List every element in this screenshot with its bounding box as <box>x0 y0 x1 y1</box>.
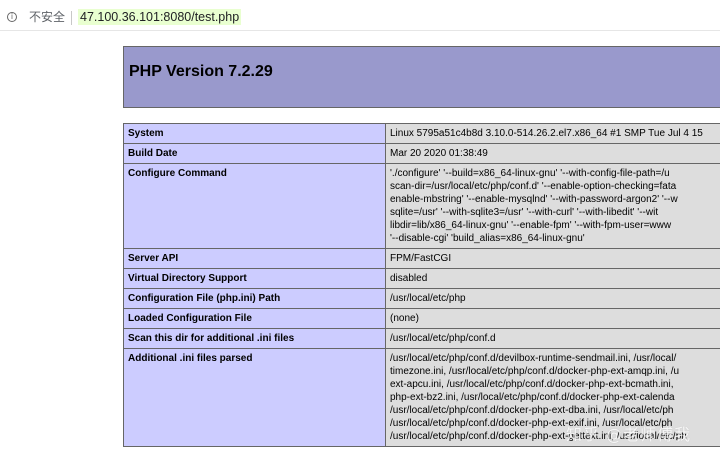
table-row: Server API FPM/FastCGI <box>123 248 720 269</box>
table-row: Virtual Directory Support disabled <box>123 268 720 289</box>
row-key: Configure Command <box>123 163 386 249</box>
table-row: System Linux 5795a51c4b8d 3.10.0-514.26.2… <box>123 123 720 144</box>
row-value: Mar 20 2020 01:38:49 <box>385 143 720 164</box>
security-label[interactable]: 不安全 <box>29 10 65 24</box>
browser-address-bar: i 不安全 47.100.36.101:8080/test.php <box>0 0 720 34</box>
page-title: PHP Version 7.2.29 <box>129 63 273 80</box>
row-value: disabled <box>385 268 720 289</box>
row-key: System <box>123 123 386 144</box>
row-value: FPM/FastCGI <box>385 248 720 269</box>
row-key: Additional .ini files parsed <box>123 348 386 447</box>
table-row: Configure Command './configure' '--build=… <box>123 163 720 249</box>
table-row: Build Date Mar 20 2020 01:38:49 <box>123 143 720 164</box>
row-key: Virtual Directory Support <box>123 268 386 289</box>
watermark: 知乎 @老师傅我 <box>566 425 692 444</box>
row-value: Linux 5795a51c4b8d 3.10.0-514.26.2.el7.x… <box>385 123 720 144</box>
row-key: Scan this dir for additional .ini files <box>123 328 386 349</box>
table-row: Scan this dir for additional .ini files /… <box>123 328 720 349</box>
separator <box>71 11 72 25</box>
info-icon[interactable]: i <box>7 12 17 22</box>
row-value: './configure' '--build=x86_64-linux-gnu'… <box>385 163 720 249</box>
row-key: Loaded Configuration File <box>123 308 386 329</box>
php-header: PHP Version 7.2.29 <box>123 46 720 108</box>
url-text[interactable]: 47.100.36.101:8080/test.php <box>78 9 242 25</box>
table-row: Configuration File (php.ini) Path/usr/lo… <box>123 288 720 309</box>
page-content: PHP Version 7.2.29 System Linux 5795a51c4… <box>0 34 720 470</box>
row-value: /usr/local/etc/php/conf.d <box>385 328 720 349</box>
row-key: Server API <box>123 248 386 269</box>
table-row: Loaded Configuration File (none) <box>123 308 720 329</box>
row-value: (none) <box>385 308 720 329</box>
row-value: /usr/local/etc/php <box>385 288 720 309</box>
row-key: Configuration File (php.ini) Path <box>123 288 386 309</box>
omnibox[interactable]: i 不安全 47.100.36.101:8080/test.php <box>0 4 720 31</box>
info-table: System Linux 5795a51c4b8d 3.10.0-514.26.2… <box>123 123 720 447</box>
row-key: Build Date <box>123 143 386 164</box>
